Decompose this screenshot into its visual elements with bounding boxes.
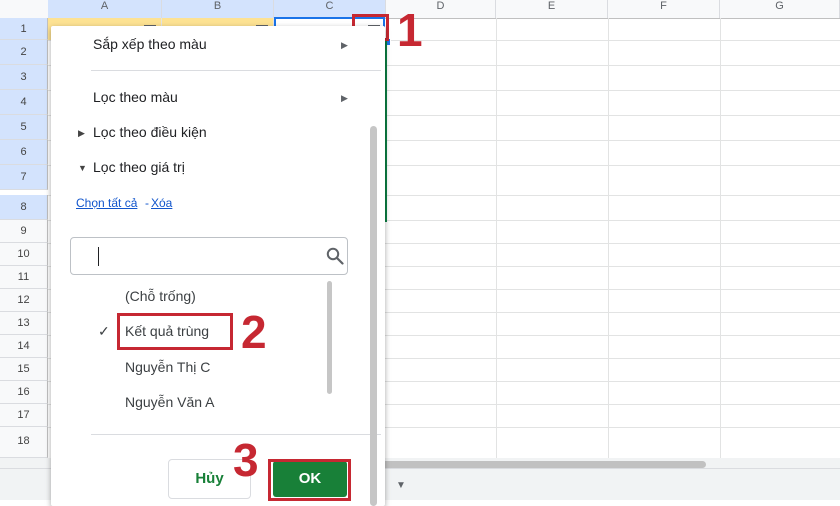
menu-item-sort-by-color[interactable]: Sắp xếp theo màu xyxy=(93,36,207,52)
row-header-17[interactable]: 17 xyxy=(0,404,48,427)
column-header-f[interactable]: F xyxy=(608,0,720,18)
annotation-step-2: 2 xyxy=(241,306,267,358)
row-header-2[interactable]: 2 xyxy=(0,40,48,65)
annotation-box-2 xyxy=(117,313,233,350)
row-header-9[interactable]: 9 xyxy=(0,220,48,243)
row-header-4[interactable]: 4 xyxy=(0,90,48,115)
menu-divider xyxy=(91,70,381,71)
checkmark-icon[interactable]: ✓ xyxy=(98,323,110,340)
filter-search-input[interactable] xyxy=(70,237,348,275)
value-list-scrollbar-thumb[interactable] xyxy=(327,281,332,394)
row-header-14[interactable]: 14 xyxy=(0,335,48,358)
sheet-tab-dropdown-icon[interactable]: ▼ xyxy=(396,480,406,491)
column-header-a[interactable]: A xyxy=(48,0,162,18)
select-all-link[interactable]: Chọn tất cả xyxy=(76,196,137,210)
search-icon[interactable] xyxy=(326,247,344,270)
value-item-blank[interactable]: (Chỗ trống) xyxy=(125,288,196,304)
collapse-triangle-icon[interactable]: ▼ xyxy=(78,163,87,173)
menu-item-filter-by-values[interactable]: Lọc theo giá trị xyxy=(93,159,185,175)
row-header-3[interactable]: 3 xyxy=(0,65,48,90)
horizontal-scrollbar-thumb[interactable] xyxy=(380,461,706,468)
row-header-10[interactable]: 10 xyxy=(0,243,48,266)
menu-scrollbar-thumb[interactable] xyxy=(370,126,377,506)
row-header-15[interactable]: 15 xyxy=(0,358,48,381)
submenu-arrow-icon: ▶ xyxy=(341,93,348,103)
row-header-13[interactable]: 13 xyxy=(0,312,48,335)
annotation-step-3: 3 xyxy=(233,434,259,486)
column-header-b[interactable]: B xyxy=(162,0,274,18)
value-item-nguyen-thi-c[interactable]: Nguyễn Thị C xyxy=(125,359,210,375)
row-header-11[interactable]: 11 xyxy=(0,266,48,289)
annotation-step-1: 1 xyxy=(397,4,423,56)
gridline xyxy=(720,18,721,458)
expand-triangle-icon[interactable]: ▶ xyxy=(78,128,85,139)
row-header-5[interactable]: 5 xyxy=(0,115,48,140)
filter-menu: Sắp xếp theo màu ▶ Lọc theo màu ▶ ▶ Lọc … xyxy=(51,26,385,506)
annotation-box-3 xyxy=(268,459,351,501)
column-header-e[interactable]: E xyxy=(496,0,608,18)
row-header-6[interactable]: 6 xyxy=(0,140,48,165)
select-all-corner[interactable] xyxy=(0,0,49,18)
row-header-12[interactable]: 12 xyxy=(0,289,48,312)
row-header-16[interactable]: 16 xyxy=(0,381,48,404)
gridline xyxy=(496,18,497,458)
link-separator: - xyxy=(145,196,149,210)
row-header-8[interactable]: 8 xyxy=(0,195,48,220)
gridline xyxy=(608,18,609,458)
filter-range-border xyxy=(385,40,387,222)
menu-item-filter-by-condition[interactable]: Lọc theo điều kiện xyxy=(93,124,207,140)
menu-item-filter-by-color[interactable]: Lọc theo màu xyxy=(93,89,178,105)
clear-link[interactable]: Xóa xyxy=(151,196,172,210)
row-header-7[interactable]: 7 xyxy=(0,165,48,190)
submenu-arrow-icon: ▶ xyxy=(341,40,348,50)
text-caret xyxy=(98,247,99,266)
row-header-1[interactable]: 1 xyxy=(0,18,48,40)
value-item-nguyen-van-a[interactable]: Nguyễn Văn A xyxy=(125,394,215,410)
row-header-18[interactable]: 18 xyxy=(0,427,48,458)
column-header-g[interactable]: G xyxy=(720,0,840,18)
